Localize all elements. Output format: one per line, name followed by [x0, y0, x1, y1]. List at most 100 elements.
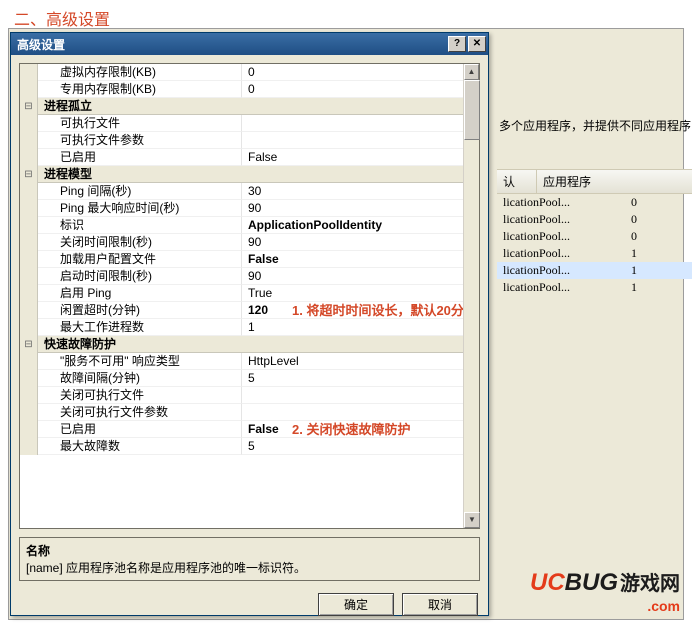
bg-header-col2[interactable]: 应用程序 — [537, 170, 692, 193]
property-value[interactable] — [242, 387, 463, 404]
property-row[interactable]: 关闭可执行文件 — [20, 387, 463, 404]
property-label: 已启用 — [38, 421, 242, 438]
property-row[interactable]: "服务不可用" 响应类型HttpLevel — [20, 353, 463, 370]
property-category[interactable]: ⊟进程孤立 — [20, 98, 463, 115]
row-gutter — [20, 370, 38, 387]
bg-pool-cell: licationPool... — [497, 212, 627, 227]
property-value[interactable]: 90 — [242, 234, 463, 251]
property-row[interactable]: 已启用False — [20, 149, 463, 166]
property-value[interactable]: 90 — [242, 268, 463, 285]
row-gutter — [20, 268, 38, 285]
property-row[interactable]: 最大故障数5 — [20, 438, 463, 455]
bg-table-row[interactable]: licationPool...1 — [497, 262, 692, 279]
scroll-up-button[interactable]: ▲ — [464, 64, 479, 80]
annotation: 2. 关闭快速故障防护 — [292, 421, 410, 438]
category-label: 快速故障防护 — [38, 336, 242, 353]
description-title: 名称 — [26, 542, 473, 559]
property-value[interactable]: False — [242, 251, 463, 268]
bg-pool-cell: licationPool... — [497, 195, 627, 210]
row-gutter — [20, 251, 38, 268]
property-value[interactable] — [242, 404, 463, 421]
logo-sub: .com — [530, 595, 680, 617]
property-grid-rows: 虚拟内存限制(KB)0专用内存限制(KB)0⊟进程孤立可执行文件可执行文件参数已… — [20, 64, 463, 528]
dialog-title: 高级设置 — [17, 36, 446, 53]
property-value[interactable]: 5 — [242, 438, 463, 455]
property-value[interactable]: ApplicationPoolIdentity — [242, 217, 463, 234]
property-row[interactable]: 故障间隔(分钟)5 — [20, 370, 463, 387]
property-label: 可执行文件 — [38, 115, 242, 132]
dialog-button-row: 确定 取消 — [11, 589, 488, 624]
property-value[interactable]: False2. 关闭快速故障防护 — [242, 421, 463, 438]
bg-table-row[interactable]: licationPool...1 — [497, 245, 692, 262]
property-grid: 虚拟内存限制(KB)0专用内存限制(KB)0⊟进程孤立可执行文件可执行文件参数已… — [19, 63, 480, 529]
bg-pool-cell: licationPool... — [497, 280, 627, 295]
category-spacer — [242, 336, 463, 353]
bg-count-cell: 1 — [627, 263, 692, 278]
row-gutter — [20, 302, 38, 319]
property-row[interactable]: 闲置超时(分钟)1201. 将超时时间设长，默认20分钟 — [20, 302, 463, 319]
vertical-scrollbar[interactable]: ▲ ▼ — [463, 64, 479, 528]
collapse-icon[interactable]: ⊟ — [20, 166, 38, 183]
bg-pool-cell: licationPool... — [497, 263, 627, 278]
property-row[interactable]: 加载用户配置文件False — [20, 251, 463, 268]
collapse-icon[interactable]: ⊟ — [20, 98, 38, 115]
property-value[interactable]: 0 — [242, 81, 463, 98]
background-description: 多个应用程序，并提供不同应用程序 — [499, 117, 691, 134]
collapse-icon[interactable]: ⊟ — [20, 336, 38, 353]
property-row[interactable]: 启动时间限制(秒)90 — [20, 268, 463, 285]
bg-table-row[interactable]: licationPool...0 — [497, 194, 692, 211]
property-category[interactable]: ⊟进程模型 — [20, 166, 463, 183]
property-row[interactable]: 已启用False2. 关闭快速故障防护 — [20, 421, 463, 438]
property-value[interactable]: 1 — [242, 319, 463, 336]
property-label: 关闭时间限制(秒) — [38, 234, 242, 251]
property-row[interactable]: 关闭可执行文件参数 — [20, 404, 463, 421]
property-label: 标识 — [38, 217, 242, 234]
property-row[interactable]: 可执行文件参数 — [20, 132, 463, 149]
property-row[interactable]: Ping 间隔(秒)30 — [20, 183, 463, 200]
property-value[interactable]: HttpLevel — [242, 353, 463, 370]
property-value[interactable] — [242, 115, 463, 132]
property-row[interactable]: 虚拟内存限制(KB)0 — [20, 64, 463, 81]
bg-table-row[interactable]: licationPool...0 — [497, 228, 692, 245]
row-gutter — [20, 353, 38, 370]
property-label: 虚拟内存限制(KB) — [38, 64, 242, 81]
property-row[interactable]: 可执行文件 — [20, 115, 463, 132]
logo-bug: BUG — [565, 569, 618, 596]
property-row[interactable]: 专用内存限制(KB)0 — [20, 81, 463, 98]
annotation: 1. 将超时时间设长，默认20分钟 — [292, 302, 463, 319]
property-row[interactable]: 启用 PingTrue — [20, 285, 463, 302]
property-value[interactable]: False — [242, 149, 463, 166]
property-value[interactable]: 5 — [242, 370, 463, 387]
bg-header-col1[interactable]: 认 — [497, 170, 537, 193]
category-spacer — [242, 166, 463, 183]
property-value[interactable]: True — [242, 285, 463, 302]
row-gutter — [20, 217, 38, 234]
ok-button[interactable]: 确定 — [318, 593, 394, 616]
row-gutter — [20, 387, 38, 404]
bg-count-cell: 0 — [627, 229, 692, 244]
row-gutter — [20, 183, 38, 200]
help-button[interactable]: ? — [448, 36, 466, 52]
property-row[interactable]: 最大工作进程数1 — [20, 319, 463, 336]
property-value[interactable]: 30 — [242, 183, 463, 200]
row-gutter — [20, 149, 38, 166]
bg-table-row[interactable]: licationPool...1 — [497, 279, 692, 296]
row-gutter — [20, 404, 38, 421]
titlebar[interactable]: 高级设置 ? ✕ — [11, 33, 488, 55]
scroll-thumb[interactable] — [464, 80, 480, 140]
property-value[interactable]: 90 — [242, 200, 463, 217]
property-label: 启用 Ping — [38, 285, 242, 302]
close-button[interactable]: ✕ — [468, 36, 486, 52]
property-category[interactable]: ⊟快速故障防护 — [20, 336, 463, 353]
row-gutter — [20, 234, 38, 251]
property-value[interactable]: 1201. 将超时时间设长，默认20分钟 — [242, 302, 463, 319]
property-row[interactable]: 关闭时间限制(秒)90 — [20, 234, 463, 251]
property-value[interactable] — [242, 132, 463, 149]
property-value[interactable]: 0 — [242, 64, 463, 81]
bg-table-row[interactable]: licationPool...0 — [497, 211, 692, 228]
property-row[interactable]: Ping 最大响应时间(秒)90 — [20, 200, 463, 217]
scroll-down-button[interactable]: ▼ — [464, 512, 480, 528]
cancel-button[interactable]: 取消 — [402, 593, 478, 616]
property-row[interactable]: 标识ApplicationPoolIdentity — [20, 217, 463, 234]
row-gutter — [20, 438, 38, 455]
